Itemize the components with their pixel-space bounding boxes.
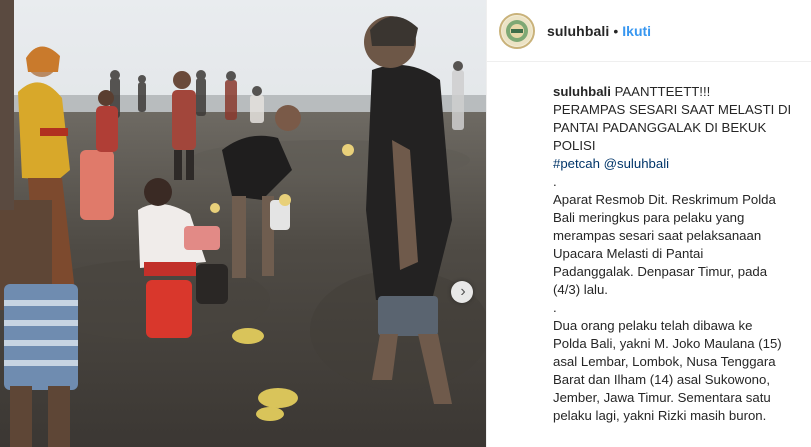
- caption-title-first: PAANTTEETT!!!: [614, 84, 711, 99]
- caption-paragraph-line: Aparat Resmob Dit. Reskrimum Polda: [553, 192, 776, 207]
- carousel-next-button[interactable]: ›: [451, 281, 473, 303]
- caption-title-line: PERAMPAS SESARI SAAT MELASTI DI: [553, 102, 792, 117]
- caption-dot: .: [553, 174, 557, 189]
- instagram-post: › suluhbali • Ikuti suluhbali PAANTTEETT…: [0, 0, 811, 447]
- suluhbali-logo-icon[interactable]: [499, 12, 535, 49]
- caption-paragraph-line: Bali meringkus para pelaku yang: [553, 210, 745, 225]
- caption-title-line: POLISI: [553, 138, 596, 153]
- caption-paragraph-line: Padanggalak. Denpasar Timur, pada: [553, 264, 768, 279]
- caption-paragraph-line: pelaku lagi, yakni Rizki masih buron.: [553, 408, 767, 423]
- caption-paragraph-line: asal Lembar, Lombok, Nusa Tenggara: [553, 354, 776, 369]
- post-header: suluhbali • Ikuti: [487, 0, 811, 62]
- caption-paragraph-line: (4/3) lalu.: [553, 282, 608, 297]
- avatar-logo-graphic: [502, 15, 532, 46]
- caption-paragraph-line: Barat dan Ilham (14) asal Sukowono,: [553, 372, 770, 387]
- mention-link[interactable]: @suluhbali: [604, 156, 669, 171]
- header-username-link[interactable]: suluhbali: [547, 23, 609, 39]
- chevron-right-icon: ›: [460, 282, 466, 300]
- caption-title: suluhbali PAANTTEETT!!!: [553, 83, 797, 101]
- post-details-panel: suluhbali • Ikuti suluhbali PAANTTEETT!!…: [486, 0, 811, 447]
- caption-paragraph-line: Polda Bali, yakni M. Joko Maulana (15): [553, 336, 782, 351]
- header-separator: •: [613, 22, 619, 39]
- caption-username-link[interactable]: suluhbali: [553, 84, 611, 99]
- caption-paragraph-line: Upacara Melasti di Pantai: [553, 246, 704, 261]
- caption-title-line: PANTAI PADANGGALAK DI BEKUK: [553, 120, 767, 135]
- caption-dot: .: [553, 300, 557, 315]
- follow-button[interactable]: Ikuti: [622, 23, 651, 39]
- post-photo[interactable]: ›: [0, 0, 486, 447]
- caption-paragraph-line: Dua orang pelaku telah dibawa ke: [553, 318, 753, 333]
- post-caption: suluhbali PAANTTEETT!!! PERAMPAS SESARI …: [487, 62, 811, 447]
- hashtag-link[interactable]: #petcah: [553, 156, 600, 171]
- caption-paragraph-line: Jember, Jawa Timur. Sementara satu: [553, 390, 771, 405]
- caption-paragraph-line: merampas sesari saat pelaksanaan: [553, 228, 762, 243]
- caption-tags: #petcah @suluhbali: [553, 155, 797, 173]
- beach-scene-image: [0, 0, 486, 447]
